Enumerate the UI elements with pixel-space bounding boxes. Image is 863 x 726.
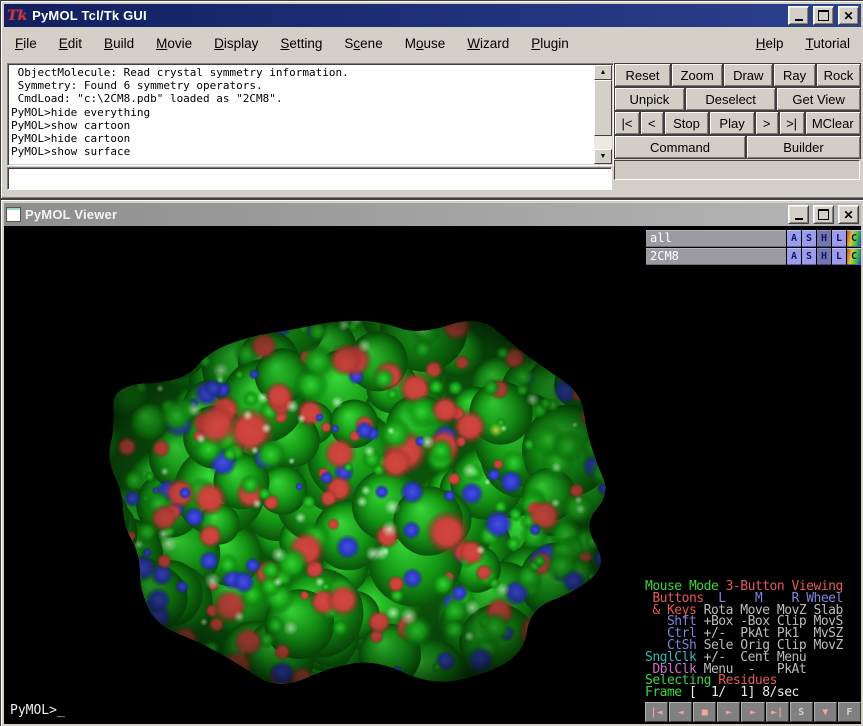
button-zoom[interactable]: Zoom <box>671 63 723 87</box>
button-command[interactable]: Command <box>614 135 746 159</box>
command-input[interactable] <box>7 167 612 190</box>
back-icon[interactable]: ◄ <box>669 702 692 722</box>
menu-build[interactable]: Build <box>93 34 145 53</box>
feedback-console[interactable]: ObjectMolecule: Read crystal symmetry in… <box>7 63 614 166</box>
mouse-mode-panel: Mouse Mode 3-Button Viewing Buttons L M … <box>645 581 861 699</box>
tk-gui-title: PyMOL Tcl/Tk GUI <box>32 8 784 23</box>
mouse-panel-line: Frame [ 1/ 1] 8/sec <box>645 687 861 699</box>
control-button-grid: ResetZoomDrawRayRock UnpickDeselectGet Vi… <box>614 63 861 159</box>
menu-help[interactable]: Help <box>745 34 795 53</box>
menu-movie[interactable]: Movie <box>145 34 203 53</box>
menu-down-icon[interactable]: ▼ <box>814 702 837 722</box>
fullscreen-button[interactable]: F <box>838 702 861 722</box>
console-line: PyMOL>hide everything <box>11 106 591 119</box>
menu-bar: FileEditBuildMovieDisplaySettingSceneMou… <box>4 27 861 59</box>
object-name-all[interactable]: all <box>646 230 786 247</box>
minimize-icon <box>795 218 803 220</box>
button--[interactable]: >| <box>779 111 805 135</box>
object-c-menu-button[interactable]: C <box>847 230 861 247</box>
object-row: allASHLC <box>646 230 861 247</box>
object-h-menu-button[interactable]: H <box>817 248 831 265</box>
scroll-up-icon[interactable]: ▲ <box>594 65 612 80</box>
panel-status-strip <box>614 160 860 180</box>
close-icon: ✕ <box>843 210 853 220</box>
object-a-menu-button[interactable]: A <box>787 230 801 247</box>
maximize-icon <box>818 10 829 21</box>
close-icon: ✕ <box>843 11 853 21</box>
viewer-window-icon <box>6 207 21 222</box>
rewind-icon[interactable]: |◄ <box>645 702 668 722</box>
object-a-menu-button[interactable]: A <box>787 248 801 265</box>
menu-file[interactable]: File <box>4 34 48 53</box>
console-output: ObjectMolecule: Read crystal symmetry in… <box>11 66 591 163</box>
scroll-down-icon[interactable]: ▼ <box>594 149 612 164</box>
menu-setting[interactable]: Setting <box>269 34 333 53</box>
scene-button[interactable]: S <box>790 702 813 722</box>
menu-tutorial[interactable]: Tutorial <box>794 34 861 53</box>
menu-mouse[interactable]: Mouse <box>394 34 457 53</box>
menu-bar-right: HelpTutorial <box>745 34 861 53</box>
console-scrollbar[interactable]: ▲ ▼ <box>594 65 612 164</box>
button-draw[interactable]: Draw <box>723 63 773 87</box>
viewer-close-button[interactable]: ✕ <box>838 205 859 224</box>
menu-bar-left: FileEditBuildMovieDisplaySettingSceneMou… <box>4 34 580 53</box>
movie-controls: |◄◄■►►►|S▼F <box>645 702 861 722</box>
minimize-button[interactable] <box>788 6 809 25</box>
button-rock[interactable]: Rock <box>816 63 861 87</box>
viewer-title: PyMOL Viewer <box>25 207 784 222</box>
button--[interactable]: > <box>755 111 779 135</box>
button--[interactable]: |< <box>614 111 640 135</box>
object-s-menu-button[interactable]: S <box>802 248 816 265</box>
menu-plugin[interactable]: Plugin <box>520 34 580 53</box>
button--[interactable]: < <box>640 111 664 135</box>
object-l-menu-button[interactable]: L <box>832 230 846 247</box>
button-stop[interactable]: Stop <box>664 111 710 135</box>
maximize-icon <box>818 209 829 220</box>
stop-icon[interactable]: ■ <box>693 702 716 722</box>
viewer-maximize-button[interactable] <box>813 205 834 224</box>
menu-edit[interactable]: Edit <box>48 34 93 53</box>
object-panel: allASHLC2CM8ASHLC <box>646 230 861 266</box>
object-l-menu-button[interactable]: L <box>832 248 846 265</box>
console-line: PyMOL>show cartoon <box>11 119 591 132</box>
button-unpick[interactable]: Unpick <box>614 87 685 111</box>
tk-gui-window: Tk PyMOL Tcl/Tk GUI ✕ FileEditBuildMovie… <box>0 0 863 199</box>
maximize-button[interactable] <box>813 6 834 25</box>
console-line: Symmetry: Found 6 symmetry operators. <box>11 79 591 92</box>
button-ray[interactable]: Ray <box>773 63 816 87</box>
molecular-surface <box>4 226 649 723</box>
button-reset[interactable]: Reset <box>614 63 671 87</box>
tk-logo-icon: Tk <box>6 8 28 24</box>
close-button[interactable]: ✕ <box>838 6 859 25</box>
end-icon[interactable]: ►| <box>766 702 789 722</box>
console-line: PyMOL>hide cartoon <box>11 132 591 145</box>
console-line: PyMOL>show surface <box>11 145 591 158</box>
button-deselect[interactable]: Deselect <box>685 87 777 111</box>
play-icon[interactable]: ► <box>717 702 740 722</box>
object-c-menu-button[interactable]: C <box>847 248 861 265</box>
console-line: CmdLoad: "c:\2CM8.pdb" loaded as "2CM8". <box>11 92 591 105</box>
menu-wizard[interactable]: Wizard <box>456 34 520 53</box>
button-mclear[interactable]: MClear <box>805 111 861 135</box>
button-builder[interactable]: Builder <box>746 135 861 159</box>
viewer-titlebar[interactable]: PyMOL Viewer ✕ <box>4 203 861 226</box>
gl-viewport[interactable]: allASHLC2CM8ASHLC Mouse Mode 3-Button Vi… <box>4 226 861 724</box>
tk-gui-titlebar[interactable]: Tk PyMOL Tcl/Tk GUI ✕ <box>4 4 861 27</box>
object-name-2CM8[interactable]: 2CM8 <box>646 248 786 265</box>
object-s-menu-button[interactable]: S <box>802 230 816 247</box>
desktop: Tk PyMOL Tcl/Tk GUI ✕ FileEditBuildMovie… <box>0 0 863 726</box>
forward-icon[interactable]: ► <box>741 702 764 722</box>
viewer-window: PyMOL Viewer ✕ allASHLC2CM8ASHLC Mouse M… <box>0 199 863 726</box>
viewer-minimize-button[interactable] <box>788 205 809 224</box>
menu-display[interactable]: Display <box>203 34 269 53</box>
object-h-menu-button[interactable]: H <box>817 230 831 247</box>
console-line: ObjectMolecule: Read crystal symmetry in… <box>11 66 591 79</box>
button-get-view[interactable]: Get View <box>776 87 861 111</box>
button-play[interactable]: Play <box>709 111 755 135</box>
gl-command-prompt[interactable]: PyMOL>_ <box>10 703 65 718</box>
object-row: 2CM8ASHLC <box>646 248 861 265</box>
scrollbar-thumb[interactable] <box>594 80 612 136</box>
menu-scene[interactable]: Scene <box>333 34 393 53</box>
minimize-icon <box>795 19 803 21</box>
